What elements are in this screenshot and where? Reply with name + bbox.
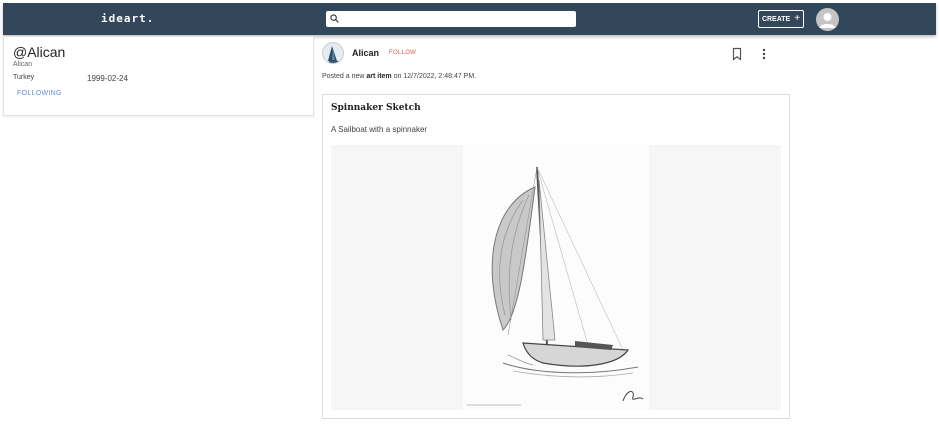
post-author-avatar[interactable]: [322, 42, 344, 64]
more-vert-icon[interactable]: [759, 47, 769, 61]
artwork-canvas: [463, 145, 649, 410]
app-logo[interactable]: ideart.: [101, 12, 154, 25]
profile-name: Alican: [13, 61, 33, 68]
profile-country: Turkey: [13, 74, 35, 81]
bookmark-icon[interactable]: [731, 47, 743, 61]
following-button[interactable]: FOLLOWING: [17, 90, 62, 97]
search-input[interactable]: [339, 12, 569, 26]
create-button-label: CREATE: [761, 15, 791, 23]
profile-handle: @Alican: [13, 44, 66, 60]
profile-card: @Alican Alican Turkey 1999-02-24 FOLLOWI…: [3, 36, 314, 116]
plus-icon: +: [794, 13, 801, 24]
sailboat-sketch-image[interactable]: [331, 145, 781, 410]
create-button[interactable]: CREATE +: [758, 10, 804, 28]
post-author-name[interactable]: Alican: [352, 48, 379, 58]
follow-button[interactable]: FOLLOW: [389, 50, 416, 56]
search-icon: [330, 10, 339, 28]
user-avatar-icon[interactable]: [816, 8, 839, 31]
art-description: A Sailboat with a spinnaker: [331, 125, 428, 134]
art-item-card: Spinnaker Sketch A Sailboat with a spinn…: [322, 94, 790, 419]
posted-prefix: Posted a new: [322, 73, 365, 80]
posted-item-type[interactable]: art item: [366, 73, 391, 80]
profile-birthdate: 1999-02-24: [87, 74, 128, 83]
art-title[interactable]: Spinnaker Sketch: [331, 103, 421, 113]
posted-timestamp: on 12/7/2022, 2:48:47 PM.: [393, 73, 477, 80]
post-activity-line: Posted a new art item on 12/7/2022, 2:48…: [322, 73, 476, 80]
top-navbar: ideart. CREATE +: [3, 3, 936, 35]
search-bar[interactable]: [326, 11, 576, 27]
